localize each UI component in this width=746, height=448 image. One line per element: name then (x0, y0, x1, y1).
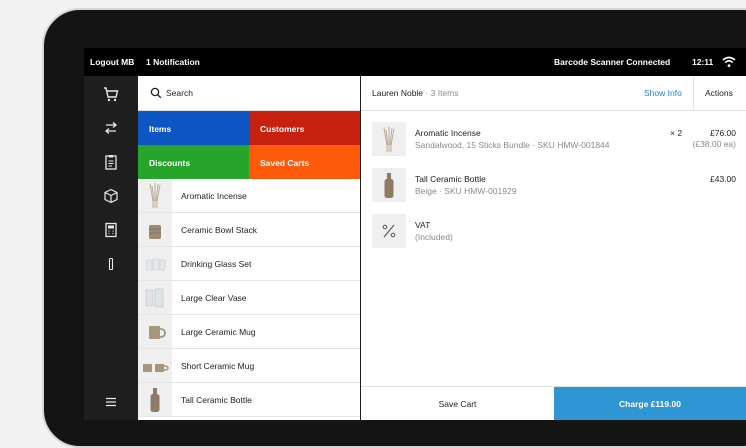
mug-icon (138, 315, 172, 348)
cart-icon[interactable] (101, 84, 121, 104)
clock: 12:11 (692, 57, 714, 67)
item-name: Drinking Glass Set (181, 259, 252, 269)
list-item[interactable]: Drinking Glass Set (138, 247, 360, 281)
scanner-status: Barcode Scanner Connected (554, 57, 671, 67)
calculator-icon[interactable] (101, 220, 121, 240)
show-info-link[interactable]: Show Info (644, 88, 682, 98)
nav-sidebar (84, 76, 138, 420)
tile-items[interactable]: Items (138, 111, 249, 145)
notifications-button[interactable]: 1 Notification (146, 57, 200, 67)
line-name: VAT (415, 220, 431, 230)
cart-panel: Lauren Noble · 3 Items Show Info Actions… (361, 76, 746, 420)
item-name: Large Clear Vase (181, 293, 247, 303)
line-price: £76.00 (710, 128, 736, 138)
item-name: Short Ceramic Mug (181, 361, 255, 371)
mug-pair-icon (138, 349, 172, 382)
device-icon[interactable] (101, 254, 121, 274)
charge-button[interactable]: Charge £119.00 (554, 387, 746, 420)
list-item[interactable]: Tall Ceramic Bottle (138, 383, 360, 417)
bottle-icon (372, 168, 406, 202)
cart-footer: Save Cart Charge £119.00 (361, 386, 746, 420)
glass-set-icon (138, 247, 172, 280)
vase-icon (138, 281, 172, 314)
list-item[interactable]: Large Clear Vase (138, 281, 360, 315)
search-bar[interactable]: Search (138, 76, 360, 111)
item-count: · 3 Items (425, 88, 459, 98)
box-icon[interactable] (101, 186, 121, 206)
tile-customers[interactable]: Customers (249, 111, 360, 145)
line-description: Sandalwood, 15 Sticks Bundle · SKU HMW-0… (415, 140, 610, 150)
catalog-panel: Search Items Customers Discounts Saved C… (138, 76, 361, 420)
search-icon (150, 87, 162, 99)
incense-icon (138, 179, 172, 212)
clipboard-icon[interactable] (101, 152, 121, 172)
logout-button[interactable]: Logout MB (90, 57, 134, 67)
percent-icon (372, 214, 406, 248)
cart-line[interactable]: Aromatic Incense Sandalwood, 15 Sticks B… (372, 122, 736, 158)
cart-line[interactable]: Tall Ceramic Bottle Beige · SKU HMW-0019… (372, 168, 736, 204)
wifi-icon (722, 56, 736, 67)
status-bar: Logout MB 1 Notification Barcode Scanner… (84, 48, 746, 76)
line-quantity: × 2 (670, 128, 683, 138)
tile-saved-carts[interactable]: Saved Carts (249, 145, 360, 179)
line-unit-price: (£38.00 ea) (692, 139, 736, 149)
cart-header: Lauren Noble · 3 Items Show Info Actions (361, 76, 746, 111)
save-cart-button[interactable]: Save Cart (361, 387, 554, 420)
list-item[interactable]: Short Ceramic Mug (138, 349, 360, 383)
pos-screen: Logout MB 1 Notification Barcode Scanner… (84, 48, 746, 420)
customer-name[interactable]: Lauren Noble · 3 Items (372, 88, 458, 98)
customer-label: Lauren Noble (372, 88, 424, 98)
bottle-icon (138, 383, 172, 416)
arrows-swap-icon[interactable] (101, 118, 121, 138)
line-description: (Included) (415, 232, 453, 242)
tile-discounts[interactable]: Discounts (138, 145, 249, 179)
item-name: Tall Ceramic Bottle (181, 395, 252, 405)
list-item[interactable]: Ceramic Bowl Stack (138, 213, 360, 247)
line-description: Beige · SKU HMW-001929 (415, 186, 517, 196)
actions-button[interactable]: Actions (705, 88, 733, 98)
item-name: Large Ceramic Mug (181, 327, 256, 337)
item-name: Ceramic Bowl Stack (181, 225, 258, 235)
search-label: Search (166, 88, 193, 98)
line-name: Aromatic Incense (415, 128, 481, 138)
line-price: £43.00 (710, 174, 736, 184)
list-item[interactable]: Aromatic Incense (138, 179, 360, 213)
incense-icon (372, 122, 406, 156)
bowl-stack-icon (138, 213, 172, 246)
header-divider (693, 76, 694, 110)
item-name: Aromatic Incense (181, 191, 247, 201)
list-item[interactable]: Large Ceramic Mug (138, 315, 360, 349)
cart-line[interactable]: VAT (Included) (372, 214, 736, 250)
hamburger-menu-icon[interactable] (101, 392, 121, 412)
line-name: Tall Ceramic Bottle (415, 174, 486, 184)
